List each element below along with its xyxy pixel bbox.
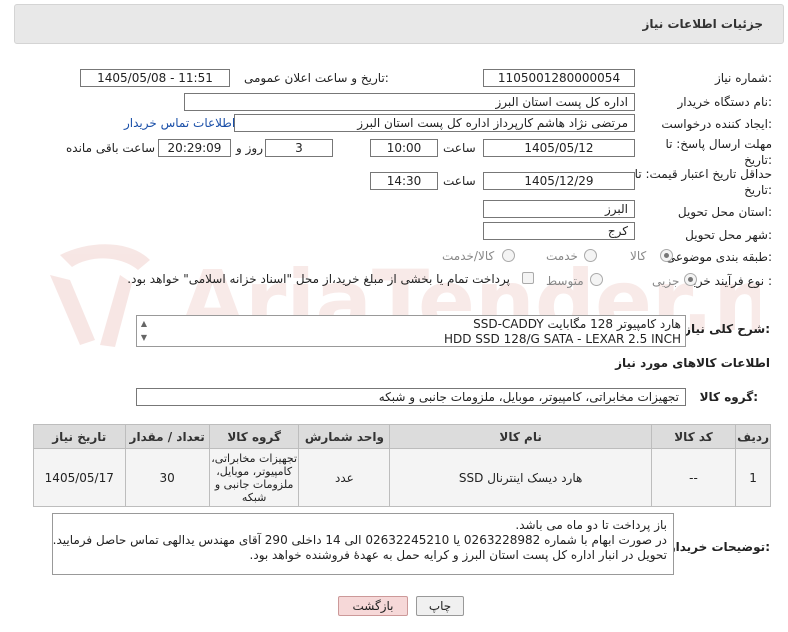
day-and-label: روز و	[236, 141, 263, 155]
category-option-service: خدمت	[546, 249, 578, 263]
send-time-field: 10:00	[370, 139, 438, 157]
treasury-payment-note: پرداخت تمام یا بخشی از مبلغ خرید،از محل …	[127, 272, 510, 286]
category-radio-goods-service[interactable]	[502, 249, 515, 262]
col-code-header: کد کالا	[650, 424, 737, 449]
city-label: شهر محل تحویل:	[685, 228, 772, 242]
send-deadline-label: مهلت ارسال پاسخ: تا تاریخ:	[665, 137, 772, 167]
col-group-header: گروه کالا	[208, 424, 300, 449]
province-label: استان محل تحویل:	[677, 205, 772, 219]
buyer-notes-line-3: تحویل در انبار اداره کل پست استان البرز …	[249, 548, 667, 562]
general-desc-label: شرح کلی نیاز:	[684, 322, 770, 336]
announce-datetime-field: 1405/05/08 - 11:51	[80, 69, 230, 87]
col-date-header: تاریخ نیاز	[33, 424, 126, 449]
buyer-notes-line-2: در صورت ابهام با شماره 0263228982 یا 026…	[52, 533, 667, 547]
cell-group: تجهیزات مخابراتی، کامپیوتر، موبایل، ملزو…	[208, 448, 300, 507]
scroll-arrows-icon[interactable]: ▲ ▼	[138, 317, 150, 345]
buyer-notes-label: توضیحات خریدار:	[668, 540, 770, 554]
remaining-label: ساعت باقی مانده	[66, 141, 156, 155]
panel-header: جزئیات اطلاعات نیاز	[14, 4, 784, 44]
category-option-goods-service: کالا/خدمت	[442, 249, 495, 263]
process-radio-minor[interactable]	[684, 273, 697, 286]
process-radio-medium[interactable]	[590, 273, 603, 286]
cell-group-line: تجهیزات مخابراتی،	[211, 451, 298, 465]
requester-field: مرتضی نژاد هاشم کارپرداز اداره کل پست اس…	[234, 114, 635, 132]
category-radio-goods[interactable]	[660, 249, 673, 262]
page-title: جزئیات اطلاعات نیاز	[642, 17, 763, 31]
cell-code: --	[650, 448, 737, 507]
cell-row: 1	[735, 448, 771, 507]
requester-label: ایجاد کننده درخواست:	[661, 117, 772, 131]
announce-datetime-label: تاریخ و ساعت اعلان عمومی:	[244, 71, 389, 85]
print-button[interactable]: چاپ	[416, 596, 464, 616]
buyer-notes-line-1: باز پرداخت تا دو ماه می باشد.	[515, 518, 667, 532]
send-date-field: 1405/05/12	[483, 139, 635, 157]
table-row: 1 -- هارد دیسک اینترنال SSD عدد تجهیزات …	[33, 448, 771, 507]
goods-table: ردیف کد کالا نام کالا واحد شمارش گروه کا…	[33, 424, 771, 507]
col-qty-header: تعداد / مقدار	[124, 424, 210, 449]
need-number-label: شماره نیاز:	[714, 71, 772, 85]
buyer-notes-textarea[interactable]: باز پرداخت تا دو ماه می باشد. در صورت اب…	[52, 513, 674, 575]
general-desc-line-2: HDD SSD 128/G SATA - LEXAR 2.5 INCH	[443, 332, 681, 346]
back-button[interactable]: بازگشت	[338, 596, 408, 616]
need-number-field: 1105001280000054	[483, 69, 635, 87]
city-field: کرج	[483, 222, 635, 240]
validity-time-label: ساعت	[443, 174, 476, 188]
col-row-header: ردیف	[735, 424, 771, 449]
buyer-org-field: اداره کل پست استان البرز	[184, 93, 635, 111]
process-option-minor: جزیی	[652, 274, 680, 288]
treasury-payment-checkbox[interactable]	[522, 272, 534, 284]
category-label: طبقه بندی موضوعی:	[665, 250, 772, 264]
cell-qty: 30	[124, 448, 210, 507]
province-field: البرز	[483, 200, 635, 218]
goods-group-label: گروه کالا:	[699, 390, 758, 404]
cell-date: 1405/05/17	[33, 448, 126, 507]
goods-info-title: اطلاعات کالاهای مورد نیاز	[615, 356, 770, 370]
process-option-medium: متوسط	[546, 274, 584, 288]
remaining-time-field: 20:29:09	[158, 139, 231, 157]
category-option-goods: کالا	[630, 249, 647, 263]
category-radio-service[interactable]	[584, 249, 597, 262]
general-desc-textarea[interactable]: ▲ ▼ هارد کامپیوتر 128 مگابایت SSD-CADDY H…	[136, 315, 686, 347]
validity-date-field: 1405/12/29	[483, 172, 635, 190]
col-unit-header: واحد شمارش	[298, 424, 391, 449]
goods-group-field: تجهیزات مخابراتی، کامپیوتر، موبایل، ملزو…	[136, 388, 686, 406]
cell-unit: عدد	[298, 448, 391, 507]
cell-group-line: شبکه	[241, 490, 267, 504]
table-header-row: ردیف کد کالا نام کالا واحد شمارش گروه کا…	[33, 424, 771, 449]
price-validity-label: حداقل تاریخ اعتبار قیمت: تا تاریخ:	[634, 167, 772, 197]
col-name-header: نام کالا	[389, 424, 652, 449]
cell-group-line: ملزومات جانبی و	[214, 477, 294, 491]
days-field: 3	[265, 139, 333, 157]
buyer-org-label: نام دستگاه خریدار:	[677, 95, 773, 109]
cell-name: هارد دیسک اینترنال SSD	[389, 448, 652, 507]
cell-group-line: کامپیوتر، موبایل،	[216, 464, 293, 478]
validity-time-field: 14:30	[370, 172, 438, 190]
send-time-label: ساعت	[443, 141, 476, 155]
general-desc-line-1: هارد کامپیوتر 128 مگابایت SSD-CADDY	[473, 317, 681, 331]
process-type-label: نوع فرآیند خرید :	[687, 274, 772, 288]
contact-info-link[interactable]: اطلاعات تماس خریدار	[124, 116, 235, 130]
